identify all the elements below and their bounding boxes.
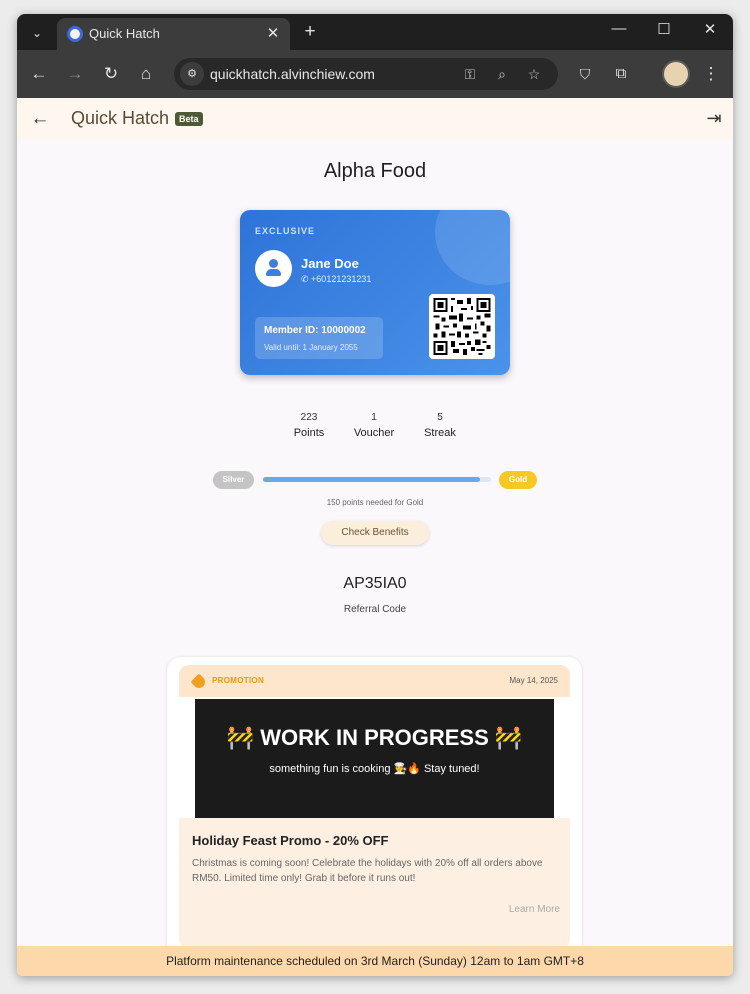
browser-toolbar: ← → ↻ ⌂ ⚙ quickhatch.alvinchiew.com ⚿ ⌕ … [17, 50, 733, 98]
stat-label: Streak [424, 427, 456, 439]
forward-icon[interactable]: → [63, 62, 87, 86]
app-title: Quick Hatch [71, 108, 170, 128]
tag-icon [190, 673, 208, 691]
tier-progress-fill [263, 477, 480, 482]
current-tier-badge: Silver [213, 471, 254, 489]
promotion-image: 🚧 WORK IN PROGRESS 🚧 something fun is co… [195, 699, 554, 818]
more-menu-icon[interactable]: ⋮ [699, 62, 723, 86]
back-icon[interactable]: ← [27, 62, 51, 86]
card-decoration [435, 210, 510, 285]
referral-code-label: Referral Code [343, 604, 407, 615]
image-title: 🚧 WORK IN PROGRESS 🚧 [226, 725, 523, 750]
promotion-image-area: 🚧 WORK IN PROGRESS 🚧 something fun is co… [179, 697, 570, 818]
maximize-icon[interactable]: ☐ [649, 20, 679, 38]
member-name: Jane Doe [301, 256, 359, 271]
zoom-icon[interactable]: ⌕ [492, 64, 512, 84]
close-icon[interactable]: ✕ [264, 24, 282, 42]
promotion-header: PROMOTION May 14, 2025 [179, 665, 570, 697]
promotion-title: Holiday Feast Promo - 20% OFF [192, 833, 389, 848]
phone-icon: ✆ [301, 274, 312, 284]
phone-number: +60121231231 [311, 274, 372, 284]
points-needed-text: 150 points needed for Gold [326, 498, 424, 507]
tab-search-icon[interactable]: ⌄ [25, 21, 49, 45]
member-id: Member ID: 10000002 [264, 325, 366, 336]
minimize-icon[interactable]: — [604, 20, 634, 37]
site-info-icon[interactable]: ⚙ [180, 62, 204, 86]
close-window-icon[interactable]: ✕ [695, 20, 725, 38]
url-text[interactable]: quickhatch.alvinchiew.com [210, 66, 375, 82]
member-id-box: Member ID: 10000002 Valid until: 1 Janua… [255, 317, 383, 359]
reload-icon[interactable]: ↻ [99, 62, 123, 86]
beta-badge: Beta [175, 112, 203, 126]
next-tier-badge: Gold [499, 471, 537, 489]
stat-streak: 5 Streak [400, 412, 480, 439]
image-subtitle: something fun is cooking 🧑‍🍳🔥 Stay tuned… [269, 763, 480, 775]
learn-more-link[interactable]: Learn More [509, 904, 560, 915]
tab-strip: ⌄ Quick Hatch ✕ + — ☐ ✕ [17, 14, 733, 50]
back-arrow-icon[interactable]: ← [29, 108, 51, 130]
membership-card: EXCLUSIVE Jane Doe ✆ +60121231231 Member… [240, 210, 510, 375]
password-key-icon[interactable]: ⚿ [460, 64, 480, 84]
card-tier-label: EXCLUSIVE [255, 226, 316, 236]
referral-code: AP35IA0 [343, 575, 407, 592]
member-phone: ✆ +60121231231 [301, 274, 371, 285]
merchant-name: Alpha Food [323, 160, 427, 182]
address-bar[interactable]: ⚙ quickhatch.alvinchiew.com ⚿ ⌕ ☆ [174, 58, 558, 90]
plus-icon[interactable]: + [299, 21, 321, 43]
extensions-icon[interactable]: ⧉ [609, 62, 633, 86]
stat-value: 5 [437, 412, 443, 423]
shield-extension-icon[interactable]: ⛉ [573, 62, 597, 86]
tab-title: Quick Hatch [89, 26, 160, 41]
favicon-icon [67, 26, 83, 42]
home-icon[interactable]: ⌂ [134, 62, 158, 86]
star-icon[interactable]: ☆ [524, 64, 544, 84]
profile-avatar-icon[interactable] [662, 60, 690, 88]
tier-progress-bar [263, 477, 491, 482]
promotion-description: Christmas is coming soon! Celebrate the … [192, 858, 543, 884]
browser-window: ⌄ Quick Hatch ✕ + — ☐ ✕ ← → ↻ ⌂ ⚙ quickh… [17, 14, 733, 976]
main-content: Alpha Food EXCLUSIVE Jane Doe ✆ +6012123… [17, 140, 733, 957]
app-bar: ← Quick Hatch Beta ⇥ [17, 98, 733, 140]
logout-icon[interactable]: ⇥ [703, 108, 725, 129]
user-avatar-icon [255, 250, 292, 287]
browser-tab[interactable]: Quick Hatch ✕ [57, 18, 290, 50]
promotion-date: May 14, 2025 [509, 676, 558, 685]
promotion-tag: PROMOTION [212, 676, 265, 685]
promotion-card-body: PROMOTION May 14, 2025 🚧 WORK IN PROGRES… [179, 665, 570, 949]
valid-until: Valid until: 1 January 2055 [264, 343, 358, 352]
promotion-card[interactable]: PROMOTION May 14, 2025 🚧 WORK IN PROGRES… [167, 657, 582, 957]
maintenance-banner: Platform maintenance scheduled on 3rd Ma… [17, 946, 733, 976]
qr-code-icon[interactable] [429, 294, 495, 359]
check-benefits-button[interactable]: Check Benefits [321, 521, 429, 545]
